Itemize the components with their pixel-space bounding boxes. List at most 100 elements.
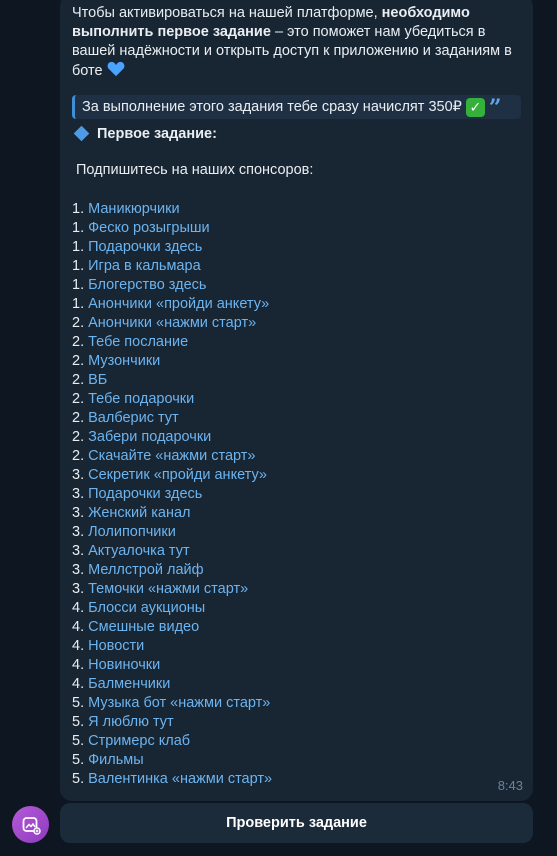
- list-item-number: 3.: [72, 562, 89, 578]
- list-item: 5. Стримерс клаб: [72, 732, 521, 751]
- avatar-glyph-icon: [22, 816, 41, 835]
- sponsor-link[interactable]: Забери подарочки: [88, 429, 211, 445]
- list-item-number: 4.: [72, 676, 89, 692]
- list-item: 4. Балменчики: [72, 675, 521, 694]
- quote-icon: ”: [488, 95, 502, 121]
- sponsor-link[interactable]: Смешные видео: [88, 619, 199, 635]
- sponsor-link[interactable]: Секретик «пройди анкету»: [88, 467, 267, 483]
- sponsor-link[interactable]: Стримерс клаб: [88, 733, 190, 749]
- sponsor-link[interactable]: Блогерство здесь: [88, 277, 206, 293]
- list-item: 5. Я люблю тут: [72, 713, 521, 732]
- list-item: 5. Музыка бот «нажми старт»: [72, 694, 521, 713]
- list-item: 2. Анончики «нажми старт»: [72, 314, 521, 333]
- sponsor-link[interactable]: Новости: [88, 638, 144, 654]
- list-item-number: 2.: [72, 410, 89, 426]
- check-mark-icon: ✓: [465, 97, 485, 117]
- list-item-number: 1.: [72, 201, 89, 217]
- list-item: 2. Валберис тут: [72, 409, 521, 428]
- list-item: 1. Подарочки здесь: [72, 238, 521, 257]
- list-item-number: 3.: [72, 581, 89, 597]
- sponsor-link[interactable]: Меллстрой лайф: [88, 562, 203, 578]
- sponsor-link[interactable]: Музыка бот «нажми старт»: [88, 695, 270, 711]
- sponsor-link[interactable]: Актуалочка тут: [88, 543, 190, 559]
- list-item: 5. Фильмы: [72, 751, 521, 770]
- sponsor-link[interactable]: Тебе подарочки: [88, 391, 194, 407]
- list-item: 2. Забери подарочки: [72, 428, 521, 447]
- sponsor-link[interactable]: Анончики «пройди анкету»: [88, 296, 269, 312]
- task-title: Первое задание:: [72, 124, 521, 143]
- list-item-number: 5.: [72, 733, 89, 749]
- blue-heart-icon: [107, 61, 125, 77]
- list-item-number: 5.: [72, 695, 89, 711]
- list-item-number: 3.: [72, 543, 89, 559]
- list-item-number: 2.: [72, 334, 89, 350]
- list-item: 3. Темочки «нажми старт»: [72, 580, 521, 599]
- sponsor-link[interactable]: Балменчики: [88, 676, 170, 692]
- list-item-number: 4.: [72, 638, 85, 654]
- list-item-number: 1.: [72, 258, 89, 274]
- bot-avatar-icon[interactable]: [12, 806, 49, 843]
- blue-diamond-icon: [73, 125, 90, 142]
- check-task-button[interactable]: Проверить задание: [60, 803, 533, 843]
- list-item-number: 2.: [72, 429, 89, 445]
- sponsor-link[interactable]: Подарочки здесь: [88, 239, 202, 255]
- list-item: 3. Актуалочка тут: [72, 542, 521, 561]
- intro-part1: Чтобы активироваться на нашей платформе,: [72, 5, 382, 21]
- list-item: 2. ВБ: [72, 371, 521, 390]
- list-item-number: 3.: [72, 486, 89, 502]
- list-item-number: 3.: [72, 524, 89, 540]
- sponsor-link[interactable]: Валентинка «нажми старт»: [88, 771, 272, 787]
- list-item-number: 3.: [72, 467, 89, 483]
- list-item: 4. Новости: [72, 637, 521, 656]
- list-item: 2. Тебе послание: [72, 333, 521, 352]
- list-item-number: 1.: [72, 220, 89, 236]
- sponsor-link[interactable]: Тебе послание: [88, 334, 188, 350]
- message-bubble: Чтобы активироваться на нашей платформе,…: [60, 0, 533, 801]
- sponsor-link[interactable]: Анончики «нажми старт»: [88, 315, 256, 331]
- list-item: 1. Феско розыгрыши: [72, 219, 521, 238]
- list-item: 3. Подарочки здесь: [72, 485, 521, 504]
- list-item-number: 1.: [72, 296, 89, 312]
- sponsor-link[interactable]: Валберис тут: [88, 410, 179, 426]
- list-item: 2. Музончики: [72, 352, 521, 371]
- sponsor-link[interactable]: Я люблю тут: [88, 714, 174, 730]
- check-task-label: Проверить задание: [226, 815, 367, 831]
- list-item: 1. Игра в кальмара: [72, 257, 521, 276]
- sponsor-link[interactable]: Игра в кальмара: [88, 258, 201, 274]
- sponsor-link[interactable]: ВБ: [88, 372, 107, 388]
- sponsor-link[interactable]: Фильмы: [88, 752, 144, 768]
- intro-text: Чтобы активироваться на нашей платформе,…: [72, 4, 521, 81]
- list-item: 1. Маникюрчики: [72, 200, 521, 219]
- subscribe-text: Подпишитесь на наших спонсоров:: [76, 162, 314, 178]
- task-title-text: Первое задание:: [97, 125, 217, 142]
- sponsor-link[interactable]: Лолипопчики: [88, 524, 176, 540]
- list-item: 3. Меллстрой лайф: [72, 561, 521, 580]
- list-item: 2. Тебе подарочки: [72, 390, 521, 409]
- sponsor-link[interactable]: Женский канал: [88, 505, 190, 521]
- list-item-number: 5.: [72, 752, 85, 768]
- sponsor-link[interactable]: Феско розыгрыши: [88, 220, 209, 236]
- sponsor-link[interactable]: Блосси аукционы: [88, 600, 205, 616]
- list-item: 2. Скачайте «нажми старт»: [72, 447, 521, 466]
- sponsor-link[interactable]: Подарочки здесь: [88, 486, 202, 502]
- list-item: 3. Женский канал: [72, 504, 521, 523]
- sponsor-link[interactable]: Новиночки: [88, 657, 160, 673]
- sponsor-link[interactable]: Скачайте «нажми старт»: [88, 448, 255, 464]
- list-item: 4. Блосси аукционы: [72, 599, 521, 618]
- reward-quote: За выполнение этого задания тебе сразу н…: [72, 95, 521, 119]
- quote-text: За выполнение этого задания тебе сразу н…: [82, 99, 462, 115]
- list-item-number: 4.: [72, 657, 89, 673]
- list-item-number: 2.: [72, 353, 89, 369]
- sponsor-link[interactable]: Темочки «нажми старт»: [88, 581, 248, 597]
- list-item-number: 2.: [72, 391, 89, 407]
- list-item: 1. Блогерство здесь: [72, 276, 521, 295]
- sponsor-link[interactable]: Маникюрчики: [88, 201, 179, 217]
- sponsor-link[interactable]: Музончики: [88, 353, 160, 369]
- list-item-number: 1.: [72, 277, 89, 293]
- list-item-number: 2.: [72, 448, 89, 464]
- list-item: 3. Секретик «пройди анкету»: [72, 466, 521, 485]
- message-time: 8:43: [497, 778, 523, 793]
- list-item-number: 4.: [72, 600, 89, 616]
- list-item-number: 2.: [72, 372, 85, 388]
- list-item-number: 1.: [72, 239, 89, 255]
